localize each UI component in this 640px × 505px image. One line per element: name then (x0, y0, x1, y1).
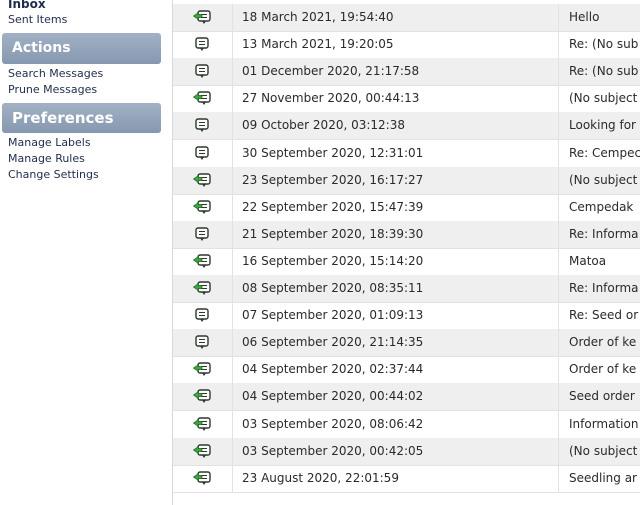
sidebar-link-prune-messages[interactable]: Prune Messages (8, 83, 97, 96)
message-row[interactable]: 07 September 2020, 01:09:13 Re: Seed or (173, 302, 640, 331)
sidebar: Inbox Sent Items Actions Search Messages… (0, 0, 165, 505)
message-row[interactable]: 30 September 2020, 12:31:01 Re: Cempec (173, 139, 640, 168)
message-row[interactable]: 16 September 2020, 15:14:20 Matoa (173, 247, 640, 276)
message-status-cell (173, 329, 233, 357)
message-date[interactable]: 04 September 2020, 02:37:44 (233, 356, 559, 384)
sidebar-link-manage-labels[interactable]: Manage Labels (8, 136, 91, 149)
message-row[interactable]: 04 September 2020, 00:44:02 Seed order (173, 383, 640, 412)
sidebar-link-sent-items[interactable]: Sent Items (8, 13, 67, 26)
message-row[interactable]: 23 August 2020, 22:01:59 Seedling ar (173, 464, 640, 493)
message-date[interactable]: 07 September 2020, 01:09:13 (233, 302, 559, 330)
sidebar-link-manage-rules[interactable]: Manage Rules (8, 152, 85, 165)
preferences-section-header: Preferences (2, 103, 161, 133)
message-subject[interactable]: Matoa (561, 248, 640, 275)
message-status-cell (173, 383, 233, 411)
message-status-cell (173, 31, 233, 59)
message-subject[interactable]: Order of ke (561, 329, 640, 356)
message-subject[interactable]: Re: Informa (561, 221, 640, 248)
message-date[interactable]: 23 August 2020, 22:01:59 (233, 464, 559, 492)
message-row[interactable]: 06 September 2020, 21:14:35 Order of ke (173, 329, 640, 358)
message-subject[interactable]: Cempedak (561, 194, 640, 221)
message-row[interactable]: 27 November 2020, 00:44:13 (No subject (173, 85, 640, 114)
message-subject[interactable]: Seedling ar (561, 465, 640, 492)
message-subject[interactable]: Looking for (561, 112, 640, 139)
message-subject[interactable]: Re: Informa (561, 275, 640, 302)
message-row[interactable]: 23 September 2020, 16:17:27 (No subject (173, 166, 640, 195)
message-subject[interactable]: (No subject (561, 438, 640, 465)
message-subject[interactable]: Information (561, 411, 640, 438)
preferences-header-label: Preferences (12, 109, 114, 127)
message-row[interactable]: 08 September 2020, 08:35:11 Re: Informa (173, 275, 640, 303)
message-status-cell (173, 112, 233, 140)
message-date[interactable]: 09 October 2020, 03:12:38 (233, 112, 559, 140)
message-date[interactable]: 13 March 2021, 19:20:05 (233, 31, 559, 59)
actions-section-header: Actions (2, 33, 161, 64)
message-status-cell (173, 85, 233, 113)
message-date[interactable]: 04 September 2020, 00:44:02 (233, 383, 559, 411)
message-status-cell (173, 302, 233, 330)
message-list: 18 March 2021, 19:54:40 Hello 13 March 202… (172, 0, 640, 505)
sidebar-link-search-messages[interactable]: Search Messages (8, 67, 103, 80)
message-status-cell (173, 275, 233, 302)
message-status-cell (173, 166, 233, 194)
message-status-cell (173, 464, 233, 492)
message-date[interactable]: 01 December 2020, 21:17:58 (233, 58, 559, 86)
message-status-cell (173, 4, 233, 31)
message-subject[interactable]: Re: (No sub (561, 31, 640, 58)
message-subject[interactable]: (No subject (561, 85, 640, 112)
message-date[interactable]: 08 September 2020, 08:35:11 (233, 275, 559, 302)
message-row[interactable]: 13 March 2021, 19:20:05 Re: (No sub (173, 31, 640, 60)
message-status-cell (173, 437, 233, 465)
message-date[interactable]: 30 September 2020, 12:31:01 (233, 139, 559, 167)
message-row[interactable]: 22 September 2020, 15:47:39 Cempedak (173, 193, 640, 222)
message-date[interactable]: 23 September 2020, 16:17:27 (233, 166, 559, 194)
message-status-cell (173, 220, 233, 248)
message-row[interactable]: 01 December 2020, 21:17:58 Re: (No sub (173, 58, 640, 87)
message-subject[interactable]: Re: Seed or (561, 302, 640, 329)
message-status-cell (173, 356, 233, 384)
message-row[interactable]: 03 September 2020, 08:06:42 Information (173, 410, 640, 439)
message-date[interactable]: 16 September 2020, 15:14:20 (233, 247, 559, 275)
message-date[interactable]: 22 September 2020, 15:47:39 (233, 193, 559, 221)
message-subject[interactable]: (No subject (561, 167, 640, 194)
message-subject[interactable]: Hello (561, 4, 640, 31)
message-row[interactable]: 04 September 2020, 02:37:44 Order of ke (173, 356, 640, 385)
message-date[interactable]: 21 September 2020, 18:39:30 (233, 220, 559, 248)
actions-header-label: Actions (12, 40, 71, 56)
message-subject[interactable]: Re: (No sub (561, 58, 640, 85)
message-date[interactable]: 03 September 2020, 08:06:42 (233, 410, 559, 438)
message-status-cell (173, 410, 233, 438)
message-date[interactable]: 18 March 2021, 19:54:40 (233, 4, 559, 31)
message-status-cell (173, 58, 233, 86)
message-row[interactable]: 18 March 2021, 19:54:40 Hello (173, 4, 640, 32)
message-status-cell (173, 139, 233, 167)
message-subject[interactable]: Re: Cempec (561, 140, 640, 167)
message-status-cell (173, 193, 233, 221)
message-subject[interactable]: Seed order (561, 383, 640, 410)
message-date[interactable]: 06 September 2020, 21:14:35 (233, 329, 559, 357)
message-status-cell (173, 247, 233, 275)
message-date[interactable]: 03 September 2020, 00:42:05 (233, 437, 559, 465)
message-row[interactable]: 21 September 2020, 18:39:30 Re: Informa (173, 220, 640, 249)
sidebar-link-change-settings[interactable]: Change Settings (8, 168, 99, 181)
message-row[interactable]: 09 October 2020, 03:12:38 Looking for (173, 112, 640, 141)
message-date[interactable]: 27 November 2020, 00:44:13 (233, 85, 559, 113)
message-subject[interactable]: Order of ke (561, 356, 640, 383)
sidebar-link-inbox[interactable]: Inbox (8, 0, 46, 11)
message-row[interactable]: 03 September 2020, 00:42:05 (No subject (173, 437, 640, 466)
